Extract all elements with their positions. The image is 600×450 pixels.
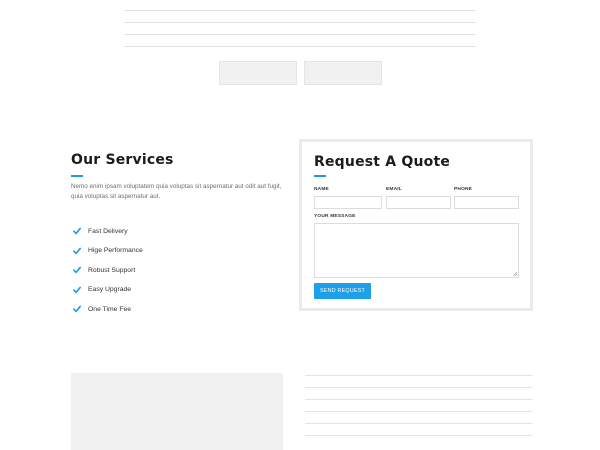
- placeholder-line: [124, 22, 476, 23]
- placeholder-line: [124, 10, 476, 11]
- feature-label: Fast Delivery: [88, 227, 128, 235]
- list-item: Easy Upgrade: [71, 285, 291, 295]
- list-item: Hige Performance: [71, 246, 291, 256]
- check-icon: [73, 286, 81, 293]
- bottom-placeholder-lines: [305, 375, 532, 447]
- feature-label: Easy Upgrade: [88, 286, 132, 293]
- quote-title: Request A Quote: [314, 154, 451, 170]
- placeholder-line: [305, 375, 532, 376]
- image-placeholder: [71, 373, 283, 450]
- list-item: Fast Delivery: [71, 226, 291, 236]
- name-field[interactable]: [314, 196, 382, 209]
- top-placeholder-lines: [124, 10, 476, 58]
- check-icon: [73, 227, 81, 235]
- message-textarea[interactable]: [314, 223, 519, 278]
- placeholder-button[interactable]: [304, 61, 382, 85]
- placeholder-line: [305, 387, 532, 388]
- services-description: Nemo enim ipsam voluptatem quia voluptas…: [71, 183, 282, 200]
- placeholder-line: [305, 411, 532, 412]
- services-section: Our Services Nemo enim ipsam voluptatem …: [71, 152, 291, 324]
- placeholder-line: [305, 399, 532, 400]
- email-field[interactable]: [386, 196, 451, 209]
- placeholder-line: [305, 423, 532, 424]
- title-accent-underline: [71, 175, 83, 177]
- message-label: YOUR MESSAGE: [314, 214, 356, 219]
- feature-label: One Time Fee: [88, 305, 132, 313]
- check-icon: [73, 266, 81, 274]
- quote-form: Request A Quote NAME EMAIL PHONE YOUR ME…: [299, 139, 533, 311]
- feature-label: Robust Support: [88, 266, 136, 274]
- list-item: Robust Support: [71, 265, 291, 275]
- phone-label: PHONE: [454, 187, 473, 192]
- placeholder-button[interactable]: [219, 61, 297, 85]
- services-title: Our Services: [71, 152, 174, 168]
- check-icon: [73, 247, 81, 254]
- features-list: Fast Delivery Hige Performance Robust Su…: [71, 226, 291, 314]
- placeholder-line: [305, 435, 532, 436]
- email-label: EMAIL: [386, 187, 402, 192]
- list-item: One Time Fee: [71, 304, 291, 314]
- title-accent-underline: [314, 175, 326, 177]
- placeholder-line: [124, 34, 476, 35]
- placeholder-line: [124, 46, 476, 47]
- feature-label: Hige Performance: [88, 247, 143, 254]
- phone-field[interactable]: [454, 196, 519, 209]
- check-icon: [73, 305, 81, 313]
- name-label: NAME: [314, 187, 329, 192]
- send-request-button[interactable]: SEND REQUEST: [314, 283, 371, 299]
- resize-grip-icon[interactable]: [513, 272, 517, 276]
